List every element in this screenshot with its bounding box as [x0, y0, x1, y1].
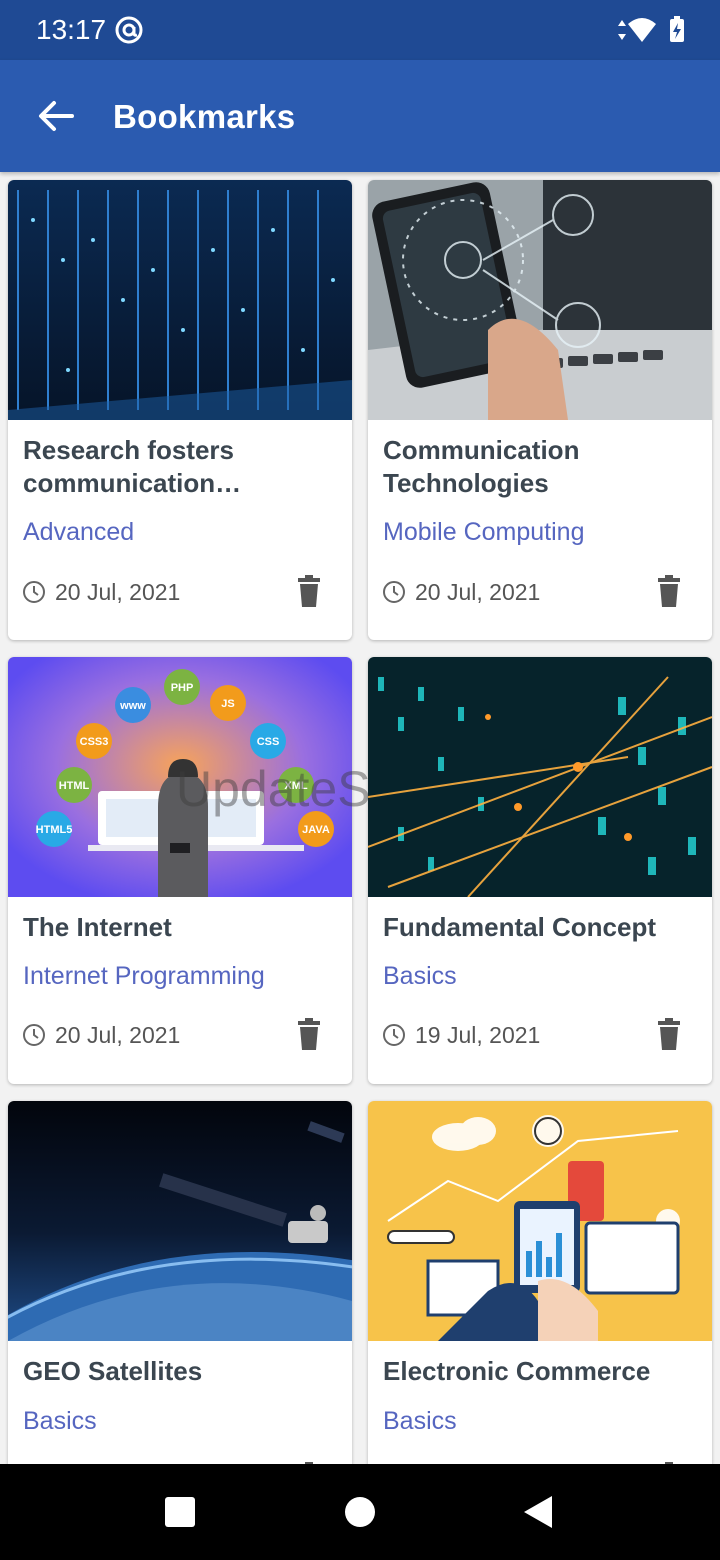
- back-button[interactable]: [28, 88, 84, 144]
- recents-button[interactable]: [165, 1497, 195, 1527]
- wifi-icon: [628, 18, 656, 42]
- svg-text:XML: XML: [284, 780, 308, 792]
- bookmark-card[interactable]: Research fosters communication between..…: [8, 180, 352, 640]
- card-image-ecommerce: [368, 1101, 712, 1341]
- status-bar: 13:17: [0, 0, 720, 60]
- svg-text:CSS3: CSS3: [80, 736, 109, 748]
- svg-text:JS: JS: [221, 698, 234, 710]
- card-category[interactable]: Internet Programming: [23, 962, 265, 991]
- page-title: Bookmarks: [113, 98, 296, 135]
- clock-icon: [383, 581, 405, 603]
- bookmark-card[interactable]: GEO Satellites Basics: [8, 1101, 352, 1464]
- card-date: 19 Jul, 2021: [415, 1021, 541, 1048]
- svg-text:HTML: HTML: [59, 780, 90, 792]
- card-title: Fundamental Concept: [383, 912, 657, 942]
- card-date-row: 20 Jul, 2021: [22, 578, 180, 606]
- card-title: GEO Satellites: [23, 1356, 203, 1386]
- card-title: Research fosters communication between..…: [23, 435, 234, 498]
- data-arrows-icon: [618, 20, 626, 40]
- card-title: Electronic Commerce: [383, 1356, 651, 1386]
- card-category[interactable]: Advanced: [23, 518, 134, 547]
- svg-text:PHP: PHP: [171, 682, 194, 694]
- bookmark-card[interactable]: Electronic Commerce Basics: [368, 1101, 712, 1464]
- card-image-web-technologies: www PHP JS CSS3 CSS HTML XML HTML5 JAVA: [8, 657, 352, 897]
- system-nav-bar: [0, 1464, 720, 1560]
- delete-icon[interactable]: [656, 1018, 682, 1050]
- svg-text:HTML5: HTML5: [36, 824, 73, 836]
- card-date: 20 Jul, 2021: [415, 578, 541, 605]
- card-date-row: 20 Jul, 2021: [382, 578, 540, 606]
- arrow-left-icon: [39, 101, 74, 131]
- bookmark-card[interactable]: Fundamental Concept Basics 19 Jul, 2021: [368, 657, 712, 1084]
- card-category[interactable]: Mobile Computing: [383, 518, 585, 547]
- card-image-binary-data: [368, 657, 712, 897]
- card-category[interactable]: Basics: [383, 962, 457, 991]
- battery-charging-icon: [670, 16, 684, 42]
- home-button[interactable]: [345, 1497, 375, 1527]
- card-category[interactable]: Basics: [383, 1407, 457, 1436]
- at-sign-icon: [114, 15, 144, 50]
- svg-text:JAVA: JAVA: [302, 824, 330, 836]
- card-image-server-room: [8, 180, 352, 420]
- card-date-row: 20 Jul, 2021: [22, 1021, 180, 1049]
- svg-text:CSS: CSS: [257, 736, 280, 748]
- bookmark-grid[interactable]: Research fosters communication between..…: [0, 172, 720, 1464]
- card-date: 20 Jul, 2021: [55, 578, 181, 605]
- card-date-row: 19 Jul, 2021: [382, 1021, 540, 1049]
- card-image-phone-laptop: [368, 180, 712, 420]
- app-bar: Bookmarks: [0, 60, 720, 172]
- clock-icon: [23, 1024, 45, 1046]
- delete-icon[interactable]: [656, 575, 682, 607]
- bookmark-card[interactable]: Communication Technologies Mobile Comput…: [368, 180, 712, 640]
- card-image-satellite: [8, 1101, 352, 1341]
- clock-icon: [383, 1024, 405, 1046]
- card-title: Communication Technologies: [383, 435, 580, 498]
- clock-icon: [23, 581, 45, 603]
- bookmark-card[interactable]: www PHP JS CSS3 CSS HTML XML HTML5 JAVA …: [8, 657, 352, 1084]
- svg-text:www: www: [119, 700, 146, 712]
- status-icons: [614, 16, 686, 49]
- delete-icon[interactable]: [296, 1018, 322, 1050]
- nav-back-button[interactable]: [522, 1494, 554, 1530]
- status-time: 13:17: [36, 14, 107, 45]
- card-title: The Internet: [23, 912, 172, 942]
- card-date: 20 Jul, 2021: [55, 1021, 181, 1048]
- delete-icon[interactable]: [296, 575, 322, 607]
- card-category[interactable]: Basics: [23, 1407, 97, 1436]
